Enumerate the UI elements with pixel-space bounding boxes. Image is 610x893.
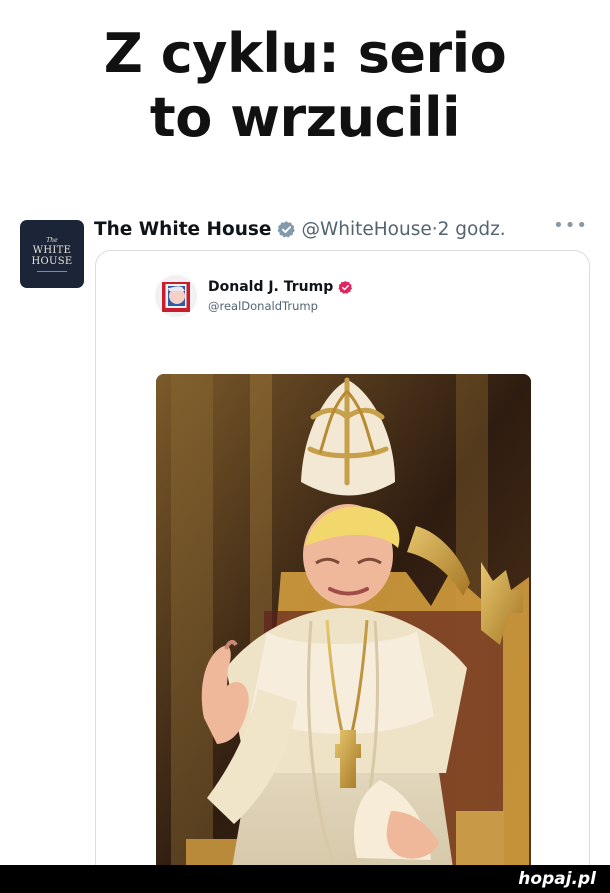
trump-name[interactable]: Donald J. Trump	[208, 279, 333, 295]
white-house-avatar[interactable]: The WHITE HOUSE	[20, 220, 84, 288]
post-time[interactable]: 2 godz.	[438, 219, 506, 240]
quoted-post-card[interactable]: Donald J. Trump @realDonaldTrump	[95, 250, 590, 893]
meme-title-line-1: Z cyklu: serio	[103, 22, 507, 85]
avatar-text-house: HOUSE	[31, 255, 73, 267]
post[interactable]: The WHITE HOUSE The White House @WhiteHo…	[0, 205, 610, 893]
meme-title: Z cyklu: serio to wrzucili	[0, 22, 610, 150]
brand-logo[interactable]: hopaj.pl	[518, 865, 596, 893]
footer-bar: hopaj.pl	[0, 865, 610, 893]
verified-badge-icon	[277, 220, 296, 239]
trump-handle[interactable]: @realDonaldTrump	[208, 299, 318, 313]
pope-illustration	[156, 374, 531, 893]
trump-verified-badge-icon	[338, 280, 353, 295]
avatar-text-white: WHITE	[32, 244, 72, 256]
post-header: The White House @WhiteHouse · 2 godz.	[94, 216, 506, 242]
trump-name-line: Donald J. Trump	[208, 279, 353, 295]
account-name[interactable]: The White House	[94, 219, 271, 240]
avatar-text-the: The	[46, 236, 58, 244]
avatar-rule	[37, 270, 67, 272]
trump-avatar[interactable]	[155, 275, 197, 317]
trump-pope-image[interactable]	[156, 374, 531, 893]
more-horizontal-icon[interactable]: •••	[553, 217, 588, 235]
meme-title-line-2: to wrzucili	[149, 86, 461, 149]
post-handle[interactable]: @WhiteHouse	[301, 219, 431, 240]
